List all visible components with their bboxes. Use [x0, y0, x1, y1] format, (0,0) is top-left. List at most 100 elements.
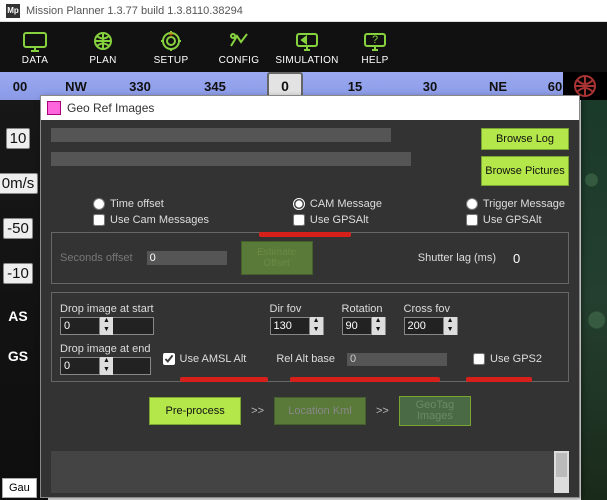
drop-end-label: Drop image at end [60, 343, 151, 355]
drop-start-spin[interactable]: ▲▼ [60, 317, 154, 335]
hud-value-1: 10 [6, 128, 31, 149]
setup-icon: + [157, 29, 185, 53]
toolbar-help-label: HELP [361, 55, 388, 66]
shutter-lag-label: Shutter lag (ms) [418, 252, 496, 264]
rotation-spin[interactable]: ▲▼ [342, 317, 386, 335]
log-path-field[interactable] [51, 128, 391, 142]
cross-fov-spin[interactable]: ▲▼ [404, 317, 458, 335]
toolbar-simulation-label: SIMULATION [275, 55, 338, 66]
rotation-input[interactable] [343, 320, 371, 332]
check-use-gpsalt-1-input[interactable] [293, 214, 305, 226]
hud-label-gs: GS [8, 348, 28, 364]
check-use-amsl-alt[interactable]: Use AMSL Alt [163, 353, 247, 365]
hud-value-4: -10 [3, 263, 33, 284]
seconds-offset-input[interactable] [147, 251, 227, 265]
preprocess-button[interactable]: Pre-process [149, 397, 241, 425]
radio-trigger-message-label: Trigger Message [483, 198, 565, 210]
check-use-amsl-alt-input[interactable] [163, 353, 175, 365]
arrow-icon: >> [251, 405, 264, 417]
arrow-icon: >> [376, 405, 389, 417]
browse-log-button[interactable]: Browse Log [481, 128, 569, 150]
radio-trigger-message[interactable]: Trigger Message [466, 198, 565, 210]
check-use-gps2[interactable]: Use GPS2 [473, 353, 542, 365]
spin-up-icon[interactable]: ▲ [443, 317, 457, 326]
toolbar-help-button[interactable]: ? HELP [344, 24, 406, 70]
estimate-offset-l1: Estimate [257, 247, 296, 258]
spin-down-icon[interactable]: ▼ [309, 326, 323, 335]
spin-up-icon[interactable]: ▲ [371, 317, 385, 326]
toolbar-setup-label: SETUP [154, 55, 189, 66]
spin-down-icon[interactable]: ▼ [99, 366, 113, 375]
annotation-mark-1 [259, 232, 351, 237]
config-icon [225, 29, 253, 53]
radio-cam-message[interactable]: CAM Message [293, 198, 382, 210]
pictures-path-field[interactable] [51, 152, 411, 166]
check-use-gpsalt-2-input[interactable] [466, 214, 478, 226]
toolbar-config-button[interactable]: CONFIG [208, 24, 270, 70]
annotation-mark-3 [290, 377, 440, 382]
spin-down-icon[interactable]: ▼ [443, 326, 457, 335]
check-use-cam-messages-input[interactable] [93, 214, 105, 226]
georef-dialog: Geo Ref Images Browse Log Browse Picture… [40, 95, 580, 498]
annotation-mark-2 [180, 377, 268, 382]
check-use-gps2-input[interactable] [473, 353, 485, 365]
app-icon: Mp [6, 4, 20, 18]
dir-fov-input[interactable] [271, 320, 309, 332]
dialog-title: Geo Ref Images [67, 101, 154, 115]
svg-text:?: ? [372, 34, 378, 46]
app-titlebar: Mp Mission Planner 1.3.77 build 1.3.8110… [0, 0, 607, 22]
radio-time-offset[interactable]: Time offset [93, 198, 209, 210]
drop-end-spin[interactable]: ▲▼ [60, 357, 151, 375]
scrollbar[interactable] [554, 451, 569, 493]
spin-down-icon[interactable]: ▼ [99, 326, 113, 335]
map-sliver [581, 100, 607, 500]
compass-tick: 00 [13, 72, 27, 100]
action-row: Pre-process >> Location Kml >> GeoTag Im… [51, 396, 569, 426]
browse-pictures-button[interactable]: Browse Pictures [481, 156, 569, 186]
check-use-gpsalt-2[interactable]: Use GPSAlt [466, 214, 565, 226]
radio-time-offset-input[interactable] [93, 198, 105, 210]
dir-fov-spin[interactable]: ▲▼ [270, 317, 324, 335]
location-kml-button[interactable]: Location Kml [274, 397, 366, 425]
radio-time-offset-label: Time offset [110, 198, 164, 210]
estimate-offset-l2: Offset [263, 258, 290, 269]
scrollbar-thumb[interactable] [556, 453, 567, 477]
spin-up-icon[interactable]: ▲ [99, 357, 113, 366]
check-use-cam-messages[interactable]: Use Cam Messages [93, 214, 209, 226]
spin-down-icon[interactable]: ▼ [371, 326, 385, 335]
toolbar-simulation-button[interactable]: SIMULATION [276, 24, 338, 70]
drop-start-input[interactable] [61, 320, 99, 332]
gauge-tab[interactable]: Gau [2, 478, 37, 498]
annotation-mark-4 [466, 377, 532, 382]
toolbar-plan-label: PLAN [89, 55, 116, 66]
shutter-lag-input[interactable] [510, 251, 560, 265]
geotag-images-button: GeoTag Images [399, 396, 471, 426]
geotag-l2: Images [417, 411, 453, 422]
hud-side-readouts: 10 0m/s -50 -10 AS GS [0, 100, 36, 500]
estimate-offset-button: Estimate Offset [241, 241, 313, 275]
image-panel: Drop image at start ▲▼ Dir fov ▲▼ Rotati… [51, 292, 569, 382]
output-log[interactable] [51, 451, 569, 493]
seconds-offset-label: Seconds offset [60, 252, 133, 264]
plan-icon [89, 29, 117, 53]
toolbar-plan-button[interactable]: PLAN [72, 24, 134, 70]
check-use-gps2-label: Use GPS2 [490, 353, 542, 365]
cross-fov-label: Cross fov [404, 303, 458, 315]
spin-up-icon[interactable]: ▲ [99, 317, 113, 326]
svg-text:+: + [168, 30, 174, 41]
rel-alt-base-input[interactable]: 0 [347, 353, 447, 366]
radio-cam-message-input[interactable] [293, 198, 305, 210]
spin-up-icon[interactable]: ▲ [309, 317, 323, 326]
toolbar-data-label: DATA [22, 55, 48, 66]
check-use-gpsalt-1[interactable]: Use GPSAlt [293, 214, 382, 226]
hud-value-3: -50 [3, 218, 33, 239]
dir-fov-label: Dir fov [270, 303, 324, 315]
drop-end-input[interactable] [61, 360, 99, 372]
cross-fov-input[interactable] [405, 320, 443, 332]
toolbar-setup-button[interactable]: + SETUP [140, 24, 202, 70]
toolbar-data-button[interactable]: DATA [4, 24, 66, 70]
main-toolbar: DATA PLAN + SETUP CONFIG SIMULATION? HELP [0, 22, 607, 72]
dialog-titlebar[interactable]: Geo Ref Images [41, 96, 579, 120]
radio-trigger-message-input[interactable] [466, 198, 478, 210]
help-icon: ? [361, 29, 389, 53]
